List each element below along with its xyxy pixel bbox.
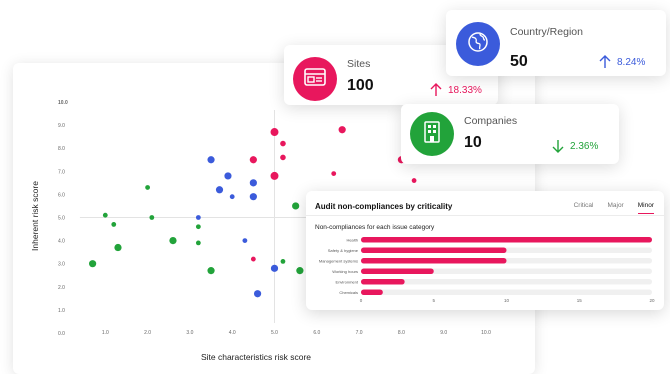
scatter-point-medium — [224, 172, 232, 180]
kpi-companies-delta-value: 2.36% — [570, 140, 599, 152]
y-tick-label: 6.0 — [58, 192, 65, 198]
bar-x-tick-label: 10 — [504, 298, 510, 303]
scatter-point-low — [89, 260, 97, 268]
arrow-down-icon — [552, 139, 564, 153]
scatter-point-low — [195, 224, 201, 230]
kpi-country-value: 50 — [510, 53, 528, 70]
x-tick-label: 5.0 — [271, 330, 278, 336]
y-tick-label: 3.0 — [58, 262, 65, 268]
bar-x-tick-label: 15 — [577, 298, 583, 303]
bar-category-label: Environment — [336, 280, 359, 285]
bar-x-tick-label: 20 — [649, 298, 655, 303]
scatter-point-medium — [253, 290, 262, 298]
y-tick-label: 7.0 — [58, 169, 65, 175]
audit-bar-chart: Health Safety & hygiene Management systems… — [319, 237, 655, 303]
browser-window-icon — [304, 67, 326, 91]
scatter-point-low — [195, 240, 201, 246]
y-tick-label: 2.0 — [58, 285, 65, 291]
bar-health — [361, 237, 652, 243]
kpi-country-delta: 8.24% — [599, 55, 645, 69]
scatter-point-high — [250, 256, 256, 262]
scatter-point-medium — [249, 179, 257, 187]
scatter-point-high — [331, 171, 337, 177]
scatter-point-high — [411, 178, 417, 183]
bar-chemicals — [361, 289, 383, 295]
bar-environment — [361, 279, 405, 285]
scatter-point-high — [280, 154, 286, 161]
scatter-point-high — [280, 140, 286, 147]
scatter-point-low — [145, 185, 151, 190]
scatter-point-medium — [229, 194, 235, 200]
bar-track — [361, 289, 652, 295]
x-tick-label: 8.0 — [398, 330, 405, 336]
x-tick-label: 4.0 — [229, 330, 236, 336]
kpi-companies-value: 10 — [464, 134, 482, 151]
arrow-up-icon — [599, 55, 611, 69]
scatter-point-high — [270, 171, 279, 180]
scatter-point-medium — [195, 215, 201, 220]
globe-icon — [467, 31, 489, 58]
scatter-point-medium — [270, 264, 279, 272]
y-tick-label: 10.0 — [58, 100, 68, 106]
y-tick-label: 4.0 — [58, 239, 65, 245]
y-tick-label: 5.0 — [58, 216, 65, 222]
scatter-point-medium — [207, 156, 215, 164]
scatter-point-high — [338, 126, 346, 134]
y-tick-label: 9.0 — [58, 123, 65, 129]
scatter-point-medium — [215, 186, 224, 194]
kpi-companies-delta: 2.36% — [552, 139, 598, 153]
sites-icon-badge — [293, 57, 337, 101]
scatter-point-high — [270, 128, 279, 137]
x-tick-label: 1.0 — [102, 330, 109, 336]
kpi-sites-value: 100 — [347, 77, 374, 94]
bar-safety-hygiene — [361, 247, 507, 253]
y-tick-label: 0.0 — [58, 331, 65, 337]
audit-noncompliance-panel: Audit non-compliances by criticality Cri… — [306, 191, 664, 310]
companies-icon-badge — [410, 112, 454, 156]
kpi-sites-delta-value: 18.33% — [448, 84, 482, 96]
scatter-point-low — [280, 258, 286, 264]
scatter-point-low — [102, 212, 108, 218]
bar-management-systems — [361, 258, 507, 264]
y-tick-label: 1.0 — [58, 308, 65, 314]
x-tick-label: 2.0 — [144, 330, 151, 336]
scatter-point-low — [207, 267, 215, 275]
kpi-country-title: Country/Region — [510, 26, 583, 38]
bar-x-tick-label: 5 — [432, 298, 435, 303]
kpi-country-delta-value: 8.24% — [617, 56, 646, 68]
x-tick-label: 9.0 — [440, 330, 447, 336]
scatter-point-high — [249, 156, 257, 164]
country-icon-badge — [456, 22, 500, 66]
scatter-point-medium — [242, 238, 248, 244]
x-tick-label: 6.0 — [313, 330, 320, 336]
y-axis-label: Inherent risk score — [30, 181, 40, 251]
scatter-point-low — [292, 202, 300, 210]
scatter-point-low — [114, 243, 122, 252]
building-icon — [423, 120, 441, 148]
kpi-card-country-region[interactable]: Country/Region 50 8.24% — [446, 10, 666, 76]
bar-category-label: Management systems — [319, 259, 358, 264]
bar-x-tick-label: 0 — [360, 298, 363, 303]
x-axis-label: Site characteristics risk score — [200, 352, 312, 362]
scatter-point-low — [111, 222, 117, 227]
y-tick-label: 8.0 — [58, 146, 65, 152]
x-tick-label: 7.0 — [356, 330, 363, 336]
kpi-companies-title: Companies — [464, 115, 518, 127]
dashboard: 0.0 1.0 2.0 3.0 4.0 5.0 6.0 7.0 8.0 9.0 10.0 1.0 2.0… — [0, 0, 670, 374]
scatter-point-medium — [249, 193, 257, 201]
scatter-point-low — [296, 267, 304, 275]
x-tick-label: 3.0 — [186, 330, 193, 336]
bar-working-hours — [361, 268, 434, 274]
arrow-up-icon — [430, 83, 442, 97]
bar-category-label: Working hours — [332, 269, 358, 274]
x-tick-label: 10.0 — [481, 330, 491, 336]
bar-category-label: Health — [346, 238, 358, 243]
kpi-card-companies[interactable]: Companies 10 2.36% — [401, 104, 619, 164]
kpi-sites-title: Sites — [347, 58, 371, 70]
bar-category-label: Chemicals — [339, 290, 358, 295]
scatter-point-low — [149, 215, 155, 220]
scatter-point-low — [169, 237, 177, 245]
bar-category-label: Safety & hygiene — [328, 248, 359, 253]
kpi-sites-delta: 18.33% — [430, 83, 482, 97]
